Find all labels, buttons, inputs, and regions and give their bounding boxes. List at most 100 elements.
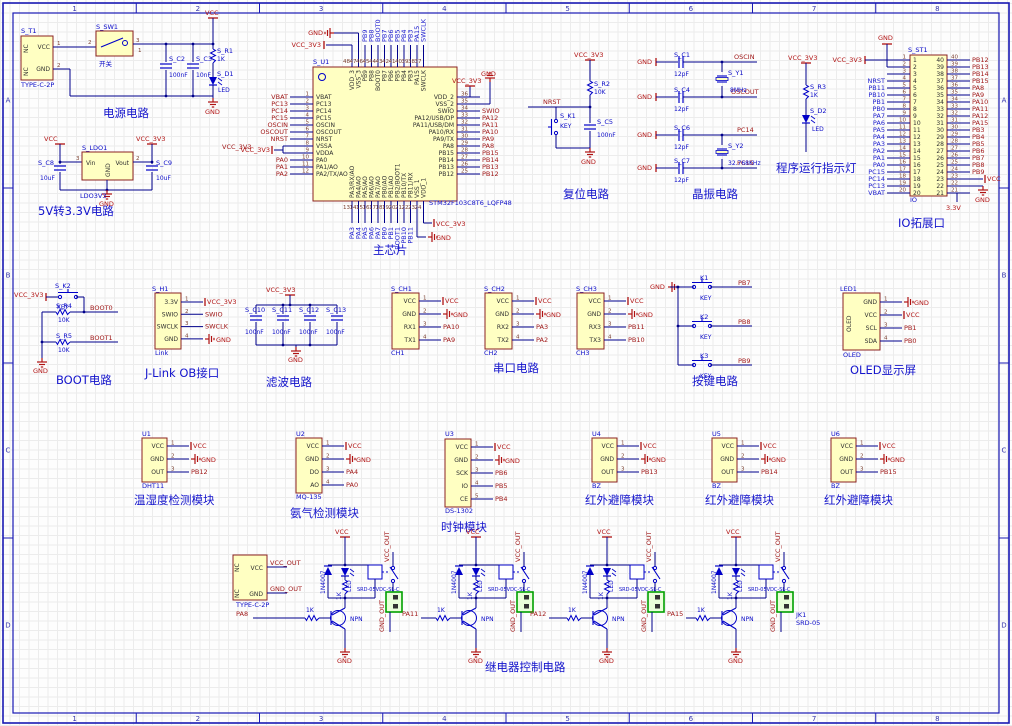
- value-label: 1N4007: [711, 570, 718, 594]
- terminal-pin: [393, 595, 398, 600]
- designator: S_D1: [217, 70, 234, 78]
- schematic-sheet: 1122334455667788AABBCCDD S_T1 NC VCC NC GND 1…: [0, 0, 1012, 726]
- junction-dot: [40, 340, 44, 344]
- relay-coil-box[interactable]: [367, 564, 383, 580]
- net-label: PA4: [346, 468, 358, 476]
- pin-number: 3: [516, 322, 520, 328]
- pin-number: 2: [326, 454, 330, 460]
- pin-name: 14: [913, 148, 921, 155]
- pin-number: 5: [903, 83, 907, 89]
- value-label: LED: [218, 87, 230, 94]
- pin-name: DO: [310, 469, 320, 476]
- pin-number: 10: [302, 155, 309, 161]
- designator: U2: [296, 430, 305, 438]
- schematic-canvas: 1122334455667788A AB BC CD D S_T1NC VCCNC GND1…: [2, 2, 1010, 724]
- pin-name: 28: [936, 141, 944, 148]
- pin-number: 4: [884, 336, 888, 342]
- power-label: VCC: [538, 297, 552, 305]
- net-label: GND_OUT: [378, 600, 386, 632]
- pin-number: 1: [423, 296, 427, 302]
- designator: S_C5: [597, 118, 613, 126]
- relay-coil-box[interactable]: [498, 564, 514, 580]
- symbol-circle: [721, 610, 737, 626]
- net-label: PB6: [495, 469, 508, 477]
- designator: K2: [700, 313, 708, 321]
- designator: U3: [445, 430, 454, 438]
- ground-symbol: [471, 648, 481, 658]
- designator: S_R5: [56, 332, 72, 340]
- net-label: PB8: [738, 318, 751, 326]
- ruler-label: 6: [689, 5, 694, 13]
- pin-name: GND: [720, 456, 734, 463]
- ruler-label: 3: [319, 5, 323, 13]
- junction-dot: [281, 343, 285, 347]
- pin-number: 3: [185, 321, 189, 327]
- section-title: 氨气检测模块: [290, 506, 359, 520]
- section-title: IO拓展口: [898, 216, 945, 230]
- pin-name: GND: [36, 66, 50, 73]
- designator: U1: [142, 430, 151, 438]
- pin-name: VCC: [456, 444, 468, 451]
- pin-number: 2: [621, 454, 625, 460]
- component-subtitle: DS-1302: [445, 507, 473, 515]
- pin-number: 29: [951, 132, 958, 138]
- power-label: VCC: [906, 311, 920, 319]
- pin-number: 19: [899, 181, 906, 187]
- pin-number: 20: [899, 188, 906, 194]
- designator: S_D2: [810, 107, 827, 115]
- relay-coil-box[interactable]: [629, 564, 645, 580]
- designator: S_T1: [21, 27, 36, 35]
- designator: K3: [700, 352, 708, 360]
- pin-number: 21: [951, 188, 958, 194]
- net-label: PB7: [738, 279, 751, 287]
- net-label: PB5: [495, 482, 508, 490]
- pin-number: 38: [951, 69, 958, 75]
- pin-name: GND: [839, 456, 853, 463]
- pin-name: 29: [936, 134, 944, 141]
- junction-dot: [164, 42, 168, 46]
- value-label: 12pF: [674, 106, 689, 113]
- junction-dot: [58, 160, 62, 164]
- pin-number: 2: [860, 454, 864, 460]
- pin-number: 1: [741, 441, 745, 447]
- pin-name: OUT: [151, 469, 164, 476]
- net-label: PB9: [972, 168, 985, 176]
- pin-name: GND: [863, 299, 877, 306]
- resistor-symbol: [341, 579, 349, 595]
- pin-number: 8: [903, 104, 907, 110]
- pin-number: 7: [306, 134, 310, 140]
- symbol-circle: [652, 578, 658, 584]
- pin-name: 33: [936, 106, 944, 113]
- pin-name: 18: [913, 176, 921, 183]
- pin-name: 24: [936, 169, 944, 176]
- pin-number: 7: [903, 97, 907, 103]
- power-label: GND: [546, 311, 561, 319]
- pin-name: 40: [936, 57, 944, 64]
- led-arrow: [217, 81, 223, 86]
- net-label: PA2: [536, 336, 548, 344]
- pin-number: 30: [461, 134, 468, 140]
- section-title: 滤波电路: [266, 375, 312, 389]
- net-label: PA3: [536, 323, 548, 331]
- pin-number: 36: [461, 92, 468, 98]
- power-label: 3.3V: [946, 204, 961, 212]
- pin-number: 1: [475, 442, 479, 448]
- designator: S_CH3: [576, 285, 597, 293]
- pin-number: 35: [951, 90, 958, 96]
- led-symbol: [472, 568, 480, 576]
- net-label: PB13: [641, 468, 658, 476]
- schematic-graphics: S_T1NC VCCNC GND12TYPE-C-2PS_SW1开关2 31S_C21…: [14, 9, 1001, 674]
- pin-name: OSCIN: [316, 122, 335, 129]
- pin-name: VSSA: [316, 143, 333, 150]
- terminal-pin: [655, 595, 660, 600]
- pin-name: 7: [913, 99, 917, 106]
- section-title: 主芯片: [373, 243, 408, 257]
- power-label: GND: [308, 29, 323, 37]
- net-label: VBAT: [868, 189, 885, 197]
- relay-coil-box[interactable]: [758, 564, 774, 580]
- junction-dot: [191, 42, 195, 46]
- value-label: 12pF: [674, 177, 689, 184]
- switch-contact: [57, 294, 63, 300]
- pin-name: PC13: [316, 101, 332, 108]
- net-label: PA2: [276, 170, 288, 178]
